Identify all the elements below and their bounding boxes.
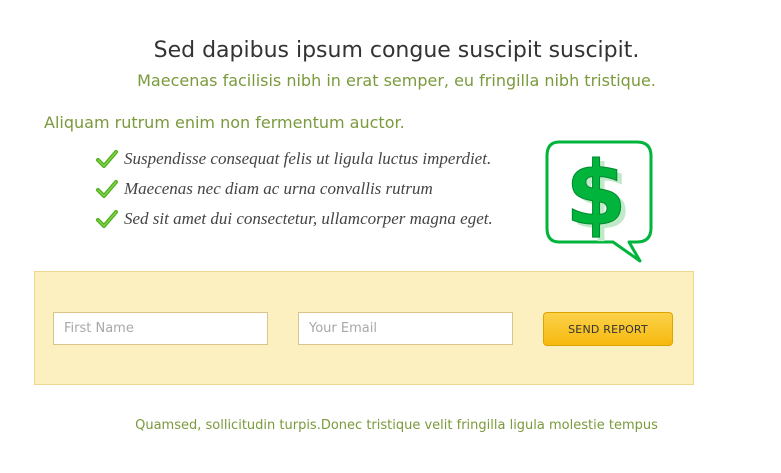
send-report-button[interactable]: SEND REPORT (543, 312, 673, 346)
feature-item: Maecenas nec diam ac urna convallis rutr… (96, 174, 493, 204)
page-subtitle: Maecenas facilisis nibh in erat semper, … (137, 71, 656, 90)
first-name-input[interactable] (53, 312, 268, 345)
feature-item-text: Maecenas nec diam ac urna convallis rutr… (124, 179, 433, 198)
page-title: Sed dapibus ipsum congue suscipit suscip… (153, 38, 640, 63)
feature-item-text: Suspendisse consequat felis ut ligula lu… (124, 149, 492, 168)
feature-item: Suspendisse consequat felis ut ligula lu… (96, 144, 493, 174)
feature-list: Suspendisse consequat felis ut ligula lu… (96, 144, 493, 234)
email-input[interactable] (298, 312, 513, 345)
checkmark-icon (96, 180, 118, 198)
checkmark-icon (96, 150, 118, 168)
features-heading: Aliquam rutrum enim non fermentum auctor… (44, 113, 405, 132)
svg-text:$: $ (565, 142, 626, 245)
feature-item: Sed sit amet dui consectetur, ullamcorpe… (96, 204, 493, 234)
checkmark-icon (96, 210, 118, 228)
footer-text: Quamsed, sollicitudin turpis.Donec trist… (135, 418, 658, 433)
dollar-speech-bubble-icon: $ $ (545, 140, 653, 263)
feature-item-text: Sed sit amet dui consectetur, ullamcorpe… (124, 209, 493, 228)
report-form: SEND REPORT (34, 271, 694, 385)
